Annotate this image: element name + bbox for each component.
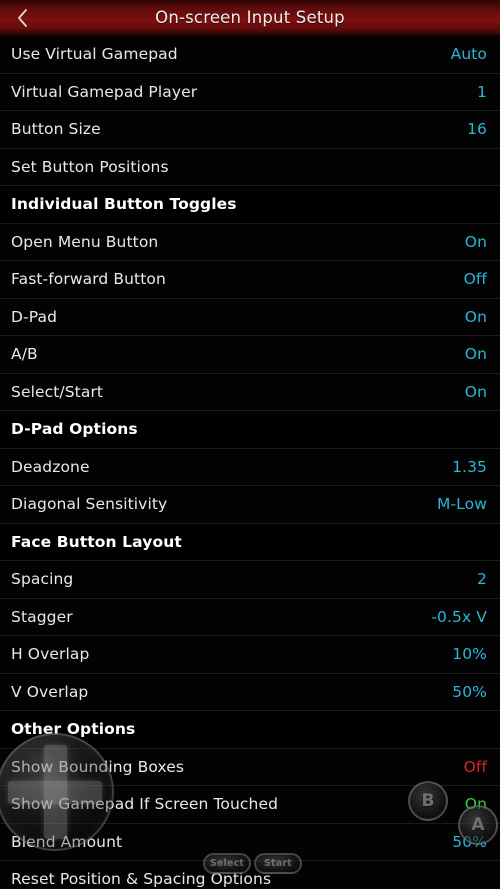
settings-row-label: Button Size — [11, 120, 101, 139]
dpad-icon[interactable] — [0, 733, 114, 851]
settings-row-value: On — [464, 232, 487, 251]
gamepad-button-b[interactable]: B — [408, 781, 448, 821]
settings-row-label: H Overlap — [11, 645, 90, 664]
gamepad-button-start-label: Start — [263, 858, 293, 869]
settings-row-label: Spacing — [11, 570, 74, 589]
section-header-label: D-Pad Options — [11, 420, 138, 439]
gamepad-button-select-label: Select — [209, 858, 245, 869]
settings-row-label: Deadzone — [11, 457, 90, 476]
title-bar: On-screen Input Setup — [0, 0, 500, 36]
section-header-label: Face Button Layout — [11, 532, 182, 551]
settings-row[interactable]: Open Menu Button On — [0, 223, 500, 261]
settings-row-label: Use Virtual Gamepad — [11, 45, 178, 64]
settings-row-value: 1.35 — [452, 457, 487, 476]
settings-row-value: On — [464, 345, 487, 364]
settings-row-value: 10% — [452, 645, 487, 664]
settings-row[interactable]: V Overlap 50% — [0, 673, 500, 711]
settings-row-value: M-Low — [437, 495, 487, 514]
settings-row-label: Open Menu Button — [11, 232, 159, 251]
settings-row-label: Fast-forward Button — [11, 270, 166, 289]
settings-row[interactable]: Use Virtual Gamepad Auto — [0, 36, 500, 74]
gamepad-button-a-label: A — [471, 815, 485, 835]
settings-row-label: V Overlap — [11, 682, 89, 701]
settings-row-value: Off — [463, 757, 487, 776]
settings-row-label: A/B — [11, 345, 38, 364]
section-header: Individual Button Toggles — [0, 186, 500, 224]
settings-row-value: 1 — [477, 82, 487, 101]
back-button[interactable] — [0, 0, 44, 36]
gamepad-button-b-label: B — [421, 791, 435, 811]
settings-row-value: On — [464, 382, 487, 401]
gamepad-button-select[interactable]: Select — [203, 853, 251, 874]
settings-row-label: Virtual Gamepad Player — [11, 82, 198, 101]
gamepad-button-start[interactable]: Start — [254, 853, 302, 874]
chevron-left-icon — [16, 8, 29, 28]
settings-row-value: -0.5x V — [431, 607, 487, 626]
settings-row[interactable]: Spacing 2 — [0, 561, 500, 599]
settings-row[interactable]: Virtual Gamepad Player 1 — [0, 73, 500, 111]
settings-row[interactable]: A/B On — [0, 336, 500, 374]
settings-row[interactable]: Deadzone 1.35 — [0, 448, 500, 486]
settings-row-value: 50% — [452, 682, 487, 701]
settings-row[interactable]: H Overlap 10% — [0, 636, 500, 674]
settings-row-label: Select/Start — [11, 382, 104, 401]
section-header-label: Individual Button Toggles — [11, 195, 237, 214]
settings-row-label: D-Pad — [11, 307, 58, 326]
settings-row-value: Off — [463, 270, 487, 289]
settings-row-value: 2 — [477, 570, 487, 589]
section-header: Face Button Layout — [0, 523, 500, 561]
gamepad-button-a[interactable]: A — [458, 805, 498, 845]
settings-row[interactable]: Diagonal Sensitivity M-Low — [0, 486, 500, 524]
settings-row-value: Auto — [450, 45, 487, 64]
settings-row-label: Diagonal Sensitivity — [11, 495, 168, 514]
settings-row[interactable]: D-Pad On — [0, 298, 500, 336]
settings-row[interactable]: Fast-forward Button Off — [0, 261, 500, 299]
settings-row[interactable]: Select/Start On — [0, 373, 500, 411]
settings-row-label: Set Button Positions — [11, 157, 169, 176]
settings-row-value: 16 — [467, 120, 487, 139]
settings-row[interactable]: Button Size 16 — [0, 111, 500, 149]
dpad-ring — [0, 733, 114, 851]
settings-row-label: Stagger — [11, 607, 73, 626]
settings-row[interactable]: Set Button Positions — [0, 148, 500, 186]
settings-row-value: On — [464, 307, 487, 326]
section-header: D-Pad Options — [0, 411, 500, 449]
settings-screen: On-screen Input Setup Use Virtual Gamepa… — [0, 0, 500, 889]
settings-row[interactable]: Stagger -0.5x V — [0, 598, 500, 636]
page-title: On-screen Input Setup — [155, 8, 345, 27]
